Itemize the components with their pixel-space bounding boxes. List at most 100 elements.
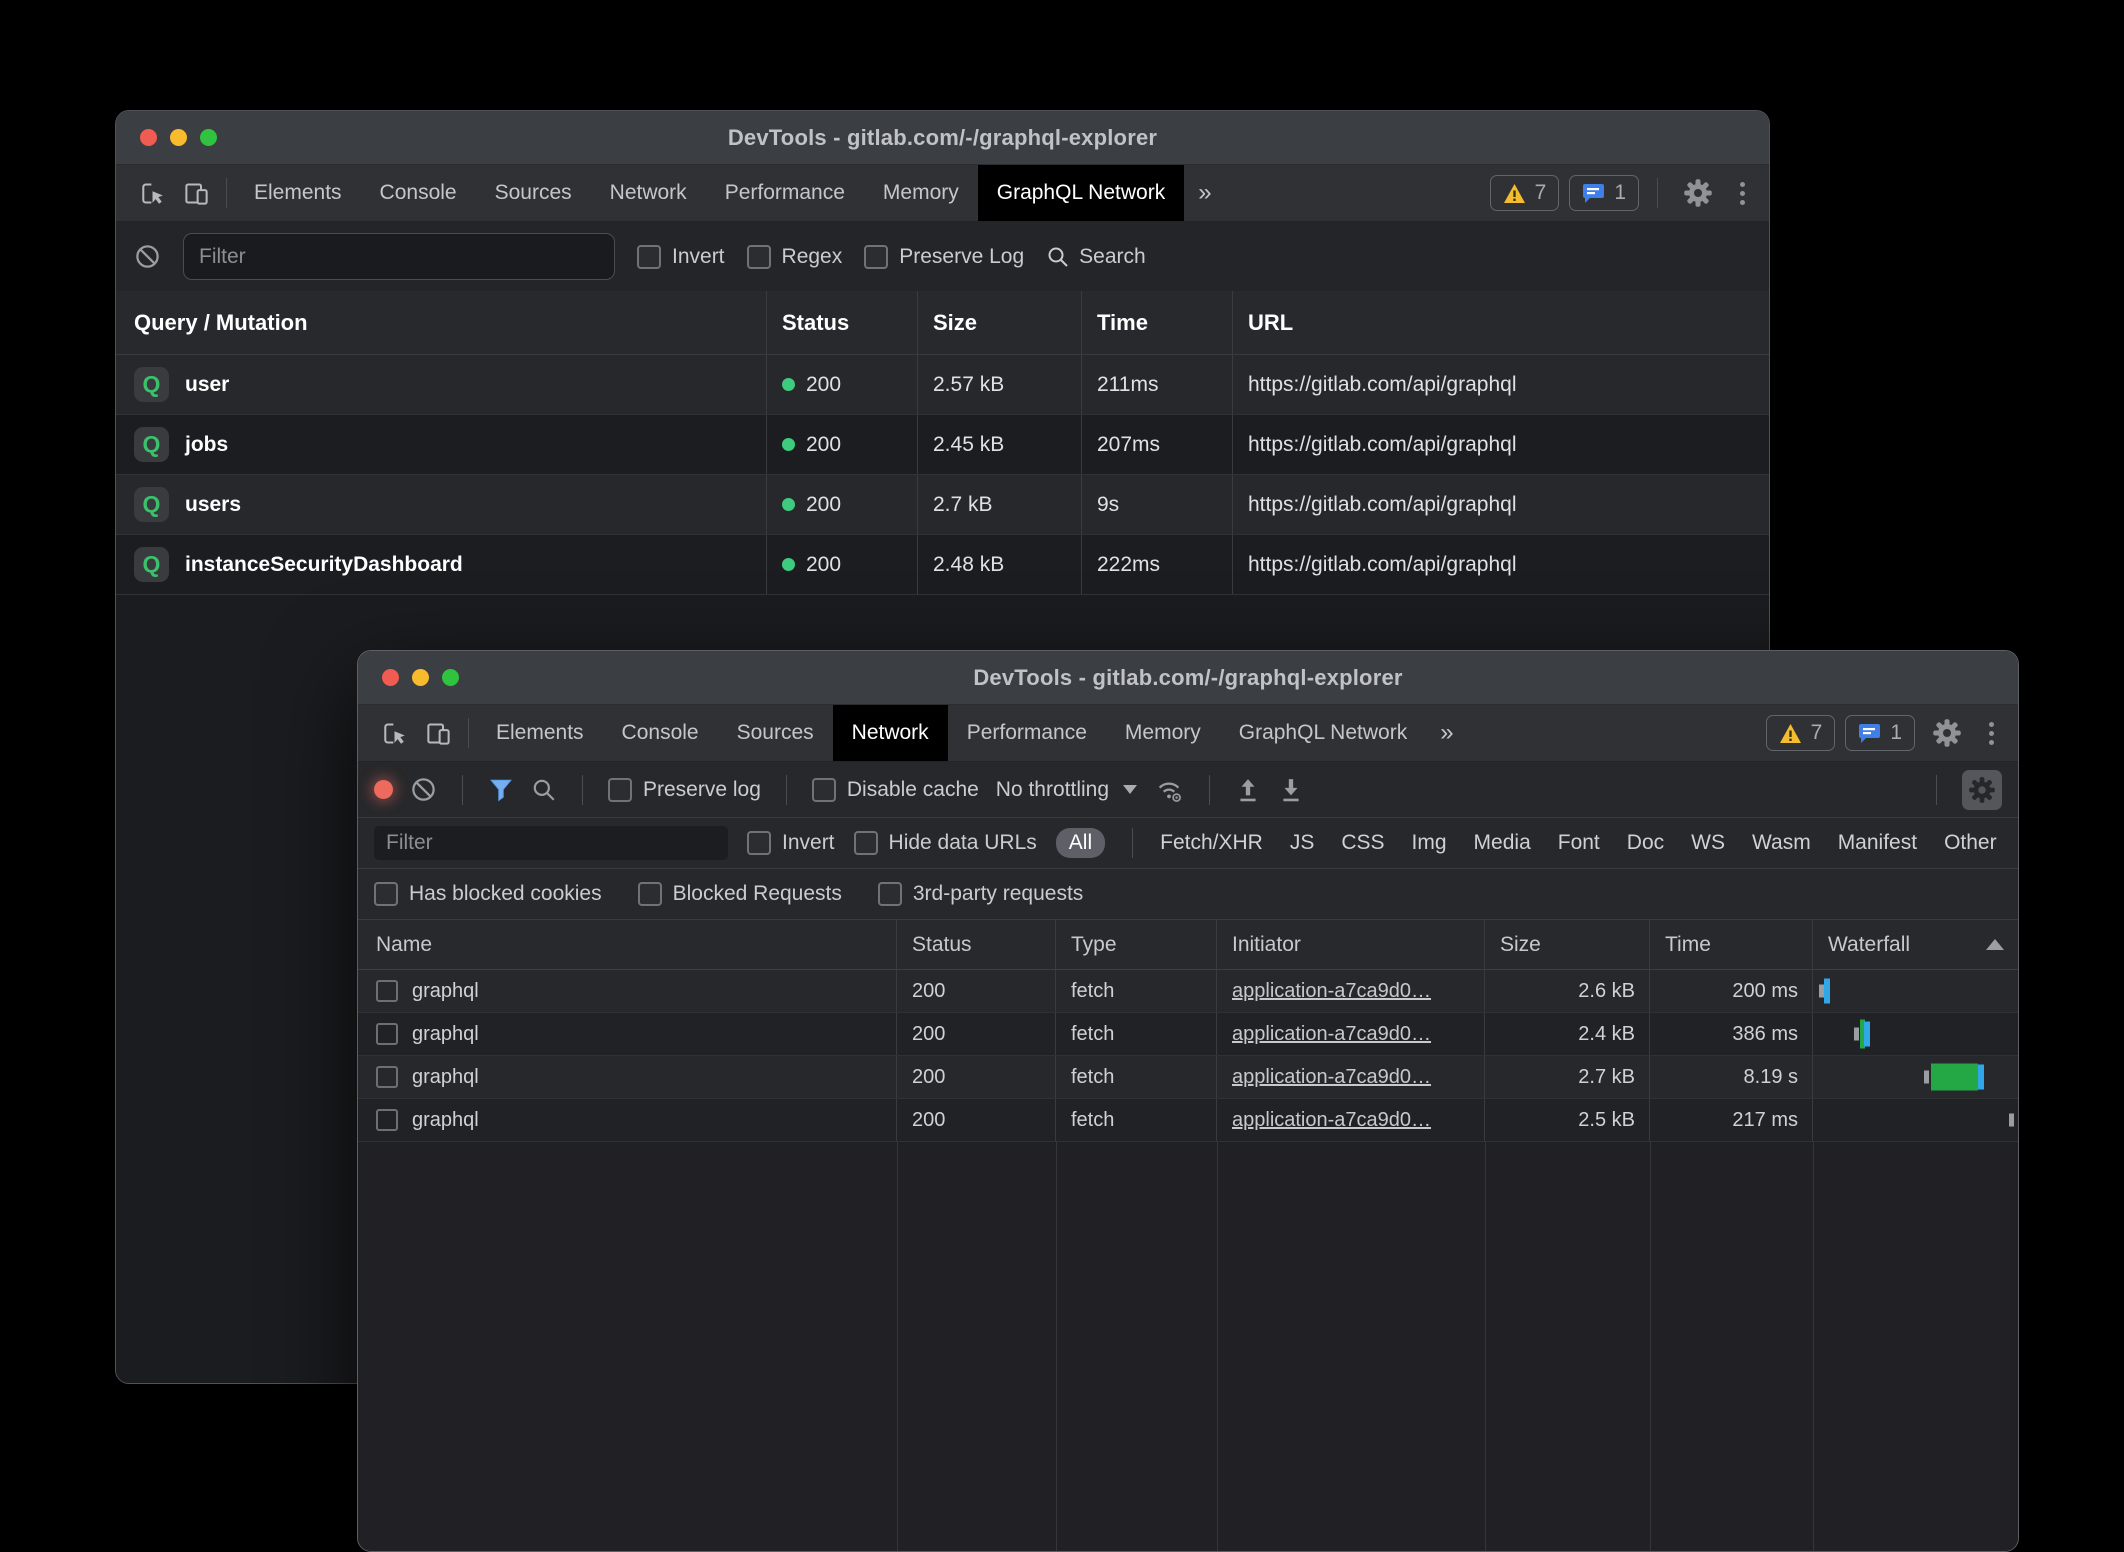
tab-elements[interactable]: Elements (235, 165, 361, 221)
filter-chip-doc[interactable]: Doc (1627, 831, 1664, 855)
invert-checkbox-group[interactable]: Invert (637, 245, 725, 269)
regex-checkbox-group[interactable]: Regex (747, 245, 843, 269)
inspect-element-icon[interactable] (372, 711, 416, 755)
tab-network[interactable]: Network (591, 165, 706, 221)
more-tabs-icon[interactable]: » (1426, 719, 1467, 747)
minimize-button[interactable] (412, 669, 429, 686)
kebab-menu-icon[interactable] (1730, 182, 1755, 205)
tab-memory[interactable]: Memory (1106, 705, 1220, 761)
col-status[interactable]: Status (767, 291, 918, 354)
table-row[interactable]: graphql 200 fetch application-a7ca9d0… 2… (358, 1013, 2018, 1056)
column-separator[interactable] (897, 1142, 898, 1551)
close-button[interactable] (140, 129, 157, 146)
filter-funnel-icon[interactable] (488, 777, 514, 803)
hide-data-urls-checkbox[interactable] (854, 831, 878, 855)
tab-sources[interactable]: Sources (718, 705, 833, 761)
preserve-log-checkbox-group[interactable]: Preserve Log (864, 245, 1024, 269)
titlebar[interactable]: DevTools - gitlab.com/-/graphql-explorer (358, 651, 2018, 705)
filter-chip-media[interactable]: Media (1474, 831, 1531, 855)
titlebar[interactable]: DevTools - gitlab.com/-/graphql-explorer (116, 111, 1769, 165)
issues-badge[interactable]: 1 (1845, 715, 1915, 751)
col-waterfall[interactable]: Waterfall (1813, 920, 2018, 969)
tab-elements[interactable]: Elements (477, 705, 603, 761)
filter-chip-fetch-xhr[interactable]: Fetch/XHR (1160, 831, 1263, 855)
kebab-menu-icon[interactable] (1979, 722, 2004, 745)
filter-chip-ws[interactable]: WS (1691, 831, 1725, 855)
blocked-requests-checkbox[interactable] (638, 882, 662, 906)
filter-chip-img[interactable]: Img (1412, 831, 1447, 855)
third-party-requests-checkbox[interactable] (878, 882, 902, 906)
third-party-requests-checkbox-group[interactable]: 3rd-party requests (878, 882, 1083, 906)
regex-checkbox[interactable] (747, 245, 771, 269)
row-checkbox[interactable] (376, 980, 398, 1002)
table-row[interactable]: Quser 200 2.57 kB 211ms https://gitlab.c… (116, 355, 1769, 415)
col-url[interactable]: URL (1233, 291, 1769, 354)
warnings-badge[interactable]: 7 (1490, 175, 1560, 211)
table-row[interactable]: Qjobs 200 2.45 kB 207ms https://gitlab.c… (116, 415, 1769, 475)
preserve-log-checkbox-group[interactable]: Preserve log (608, 778, 761, 802)
row-checkbox[interactable] (376, 1109, 398, 1131)
tab-network[interactable]: Network (833, 705, 948, 761)
tab-performance[interactable]: Performance (706, 165, 864, 221)
filter-chip-wasm[interactable]: Wasm (1752, 831, 1811, 855)
device-toolbar-icon[interactable] (416, 711, 460, 755)
disable-cache-checkbox[interactable] (812, 778, 836, 802)
column-separator[interactable] (1217, 1142, 1218, 1551)
clear-icon[interactable] (410, 776, 437, 803)
tab-console[interactable]: Console (361, 165, 476, 221)
col-time[interactable]: Time (1650, 920, 1813, 969)
export-har-icon[interactable] (1278, 777, 1304, 803)
has-blocked-cookies-checkbox[interactable] (374, 882, 398, 906)
record-button[interactable] (374, 780, 393, 799)
filter-chip-manifest[interactable]: Manifest (1838, 831, 1917, 855)
invert-checkbox[interactable] (747, 831, 771, 855)
has-blocked-cookies-checkbox-group[interactable]: Has blocked cookies (374, 882, 602, 906)
tab-graphql-network[interactable]: GraphQL Network (978, 165, 1184, 221)
device-toolbar-icon[interactable] (174, 171, 218, 215)
preserve-log-checkbox[interactable] (608, 778, 632, 802)
col-time[interactable]: Time (1082, 291, 1233, 354)
initiator-link[interactable]: application-a7ca9d0… (1232, 1023, 1431, 1046)
tab-memory[interactable]: Memory (864, 165, 978, 221)
more-tabs-icon[interactable]: » (1184, 179, 1225, 207)
initiator-link[interactable]: application-a7ca9d0… (1232, 1066, 1431, 1089)
table-row[interactable]: graphql 200 fetch application-a7ca9d0… 2… (358, 1099, 2018, 1142)
invert-checkbox[interactable] (637, 245, 661, 269)
minimize-button[interactable] (170, 129, 187, 146)
settings-gear-icon[interactable] (1925, 711, 1969, 755)
column-separator[interactable] (1650, 1142, 1651, 1551)
tab-sources[interactable]: Sources (476, 165, 591, 221)
table-row[interactable]: QinstanceSecurityDashboard 200 2.48 kB 2… (116, 535, 1769, 595)
network-filter-input[interactable] (374, 826, 728, 860)
hide-data-urls-checkbox-group[interactable]: Hide data URLs (854, 831, 1037, 855)
initiator-link[interactable]: application-a7ca9d0… (1232, 1109, 1431, 1132)
clear-icon[interactable] (134, 243, 161, 270)
import-har-icon[interactable] (1235, 777, 1261, 803)
column-separator[interactable] (1813, 1142, 1814, 1551)
filter-chip-all[interactable]: All (1056, 828, 1105, 858)
settings-gear-icon[interactable] (1676, 171, 1720, 215)
network-settings-button[interactable] (1962, 770, 2002, 810)
disable-cache-checkbox-group[interactable]: Disable cache (812, 778, 979, 802)
waterfall-cell[interactable] (1813, 1099, 2018, 1141)
column-separator[interactable] (1485, 1142, 1486, 1551)
inspect-element-icon[interactable] (130, 171, 174, 215)
col-type[interactable]: Type (1056, 920, 1217, 969)
filter-chip-css[interactable]: CSS (1341, 831, 1384, 855)
col-query-mutation[interactable]: Query / Mutation (116, 291, 767, 354)
table-row[interactable]: Qusers 200 2.7 kB 9s https://gitlab.com/… (116, 475, 1769, 535)
warnings-badge[interactable]: 7 (1766, 715, 1836, 751)
waterfall-cell[interactable] (1813, 970, 2018, 1012)
col-size[interactable]: Size (918, 291, 1082, 354)
filter-chip-font[interactable]: Font (1558, 831, 1600, 855)
issues-badge[interactable]: 1 (1569, 175, 1639, 211)
waterfall-cell[interactable] (1813, 1056, 2018, 1098)
filter-chip-other[interactable]: Other (1944, 831, 1997, 855)
table-row[interactable]: graphql 200 fetch application-a7ca9d0… 2… (358, 1056, 2018, 1099)
zoom-button[interactable] (200, 129, 217, 146)
blocked-requests-checkbox-group[interactable]: Blocked Requests (638, 882, 842, 906)
throttling-select[interactable]: No throttling (996, 778, 1137, 802)
close-button[interactable] (382, 669, 399, 686)
col-status[interactable]: Status (897, 920, 1056, 969)
column-separator[interactable] (1056, 1142, 1057, 1551)
